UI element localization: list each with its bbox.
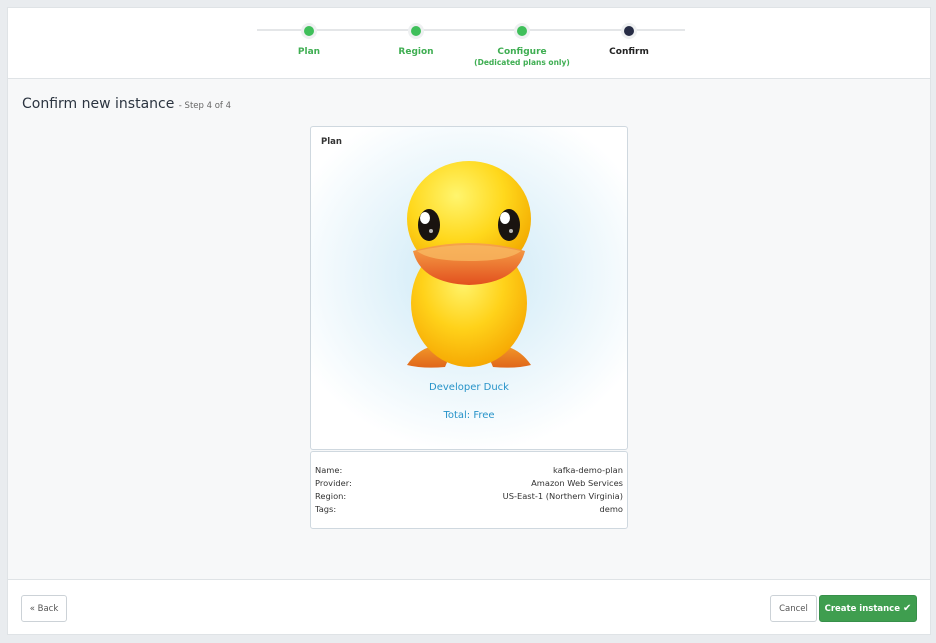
instance-details: Name: kafka-demo-plan Provider: Amazon W… — [310, 451, 628, 529]
create-instance-button[interactable]: Create instance ✔ — [819, 595, 917, 622]
duck-illustration — [407, 161, 531, 368]
step-complete-dot — [304, 26, 314, 36]
step-sublabel: (Dedicated plans only) — [474, 58, 570, 67]
detail-value: US-East-1 (Northern Virginia) — [502, 491, 623, 501]
detail-row-provider: Provider: Amazon Web Services — [315, 477, 623, 490]
wizard-stepper: Plan Region Configure (Dedicated plans o… — [8, 8, 930, 79]
step-current-dot — [624, 26, 634, 36]
step-confirm: Confirm — [569, 23, 689, 57]
step-label: Confirm — [609, 47, 649, 57]
detail-key: Tags: — [315, 504, 337, 514]
step-plan[interactable]: Plan — [249, 23, 369, 57]
step-configure[interactable]: Configure (Dedicated plans only) — [462, 23, 582, 67]
footer-bar: « Back Cancel Create instance ✔ — [8, 579, 930, 634]
plan-total: Total: Free — [443, 410, 495, 421]
page-title-text: Confirm new instance — [22, 96, 175, 112]
step-count: - Step 4 of 4 — [178, 101, 232, 111]
plan-card-label: Plan — [321, 137, 342, 147]
detail-key: Provider: — [315, 478, 352, 488]
step-label: Configure — [497, 47, 547, 57]
detail-value: kafka-demo-plan — [553, 465, 623, 475]
page-title: Confirm new instance - Step 4 of 4 — [22, 96, 231, 112]
detail-row-region: Region: US-East-1 (Northern Virginia) — [315, 490, 623, 503]
plan-card: Plan Developer Duck Total: Free — [310, 126, 628, 450]
detail-value: Amazon Web Services — [531, 478, 623, 488]
detail-value: demo — [599, 504, 623, 514]
detail-key: Region: — [315, 491, 347, 501]
step-complete-dot — [411, 26, 421, 36]
detail-key: Name: — [315, 465, 343, 475]
step-complete-dot — [517, 26, 527, 36]
step-label: Plan — [297, 47, 321, 57]
check-icon: ✔ — [903, 603, 912, 614]
step-region[interactable]: Region — [356, 23, 476, 57]
back-button[interactable]: « Back — [21, 595, 67, 622]
main-panel: Plan Region Configure (Dedicated plans o… — [7, 7, 931, 635]
detail-row-tags: Tags: demo — [315, 503, 623, 516]
step-label: Region — [398, 47, 434, 57]
create-instance-label: Create instance — [824, 603, 900, 614]
cancel-button[interactable]: Cancel — [770, 595, 817, 622]
detail-row-name: Name: kafka-demo-plan — [315, 464, 623, 477]
plan-name: Developer Duck — [429, 382, 509, 393]
